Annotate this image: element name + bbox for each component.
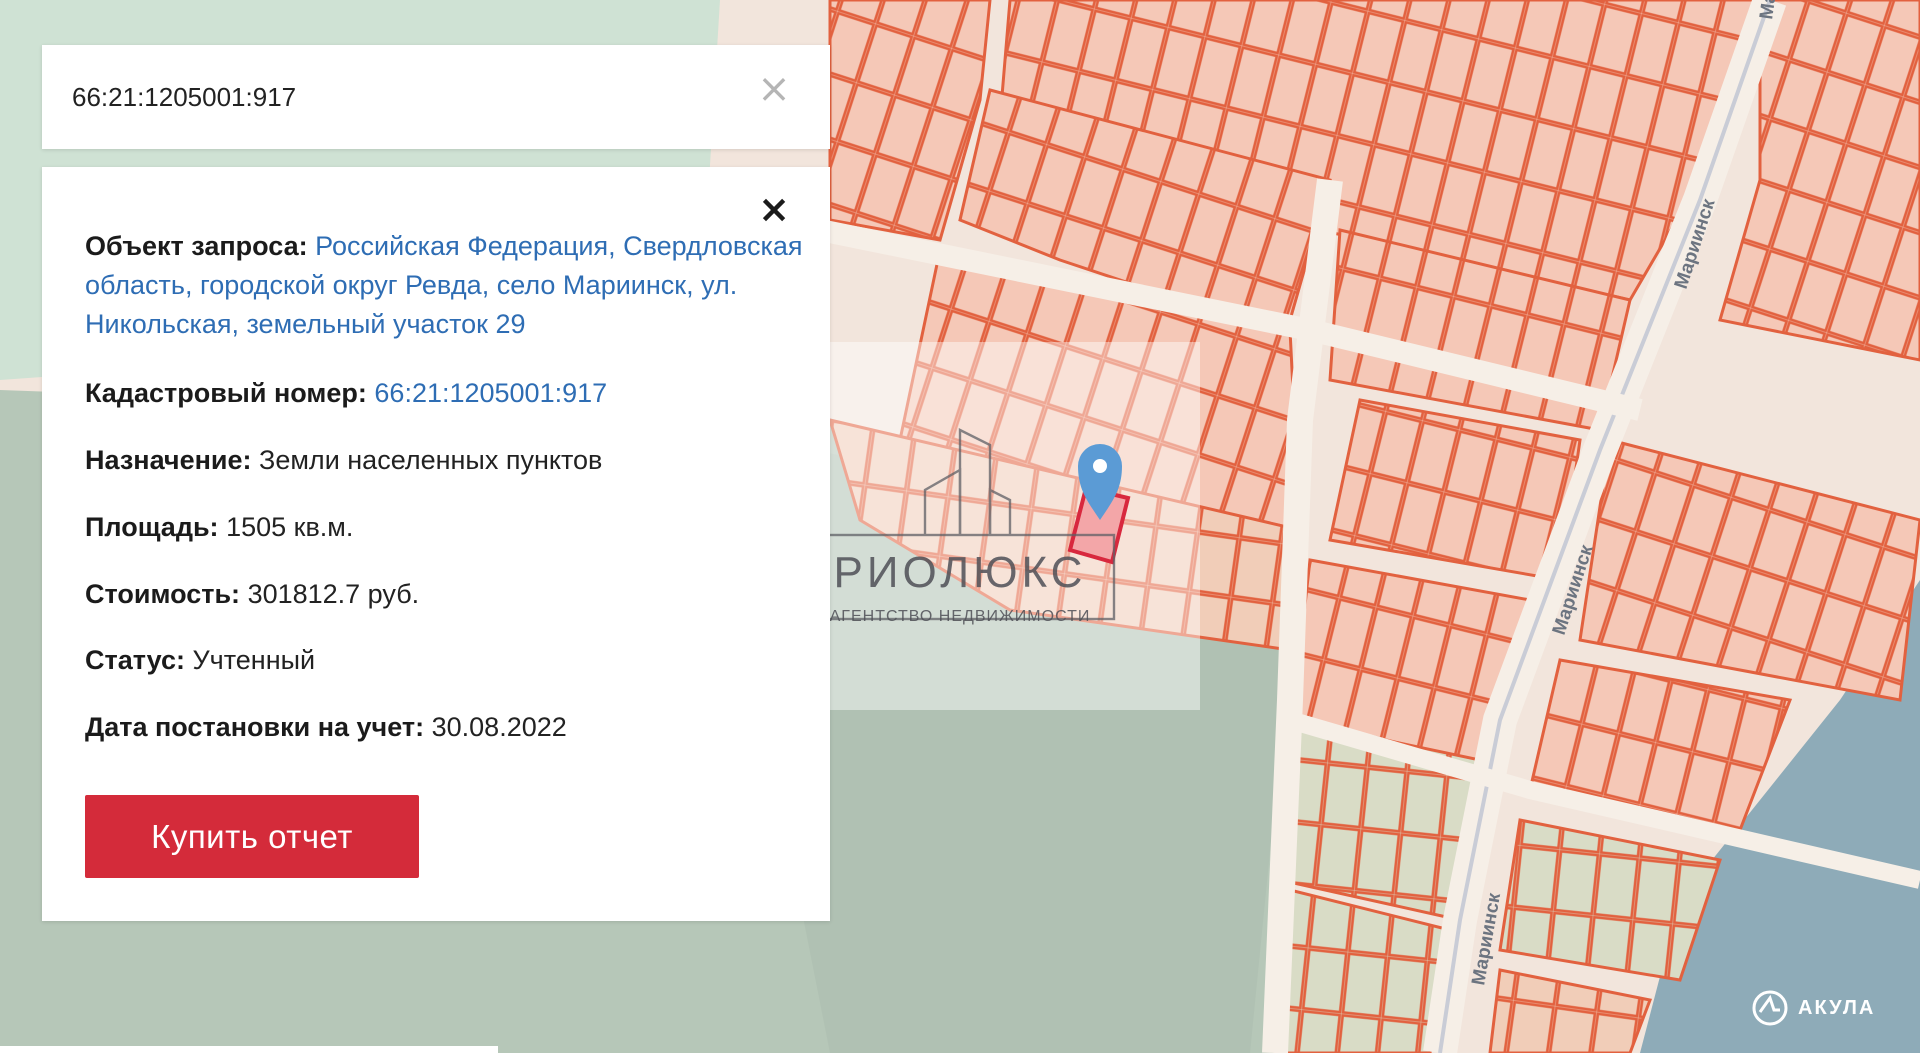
status-label: Статус:	[85, 645, 185, 675]
area-value: 1505 кв.м.	[226, 512, 354, 542]
close-icon[interactable]: ×	[754, 69, 794, 109]
purpose-row: Назначение: Земли населенных пунктов	[85, 441, 805, 480]
info-card: × Объект запроса: Российская Федерация, …	[42, 167, 830, 921]
brand-name: АКУЛА	[1798, 996, 1876, 1019]
shark-logo-icon	[1752, 990, 1788, 1026]
cadastral-link[interactable]: 66:21:1205001:917	[374, 378, 607, 408]
search-box: ×	[42, 45, 830, 149]
watermark-name: РИОЛЮКС	[834, 548, 1087, 597]
brand-mark: АКУЛА	[1752, 990, 1875, 1026]
bottom-strip	[0, 1046, 498, 1053]
date-label: Дата постановки на учет:	[85, 712, 425, 742]
area-label: Площадь:	[85, 512, 219, 542]
cadastral-row: Кадастровый номер: 66:21:1205001:917	[85, 374, 805, 413]
cost-row: Стоимость: 301812.7 руб.	[85, 575, 805, 614]
object-label: Объект запроса:	[85, 231, 308, 261]
area-row: Площадь: 1505 кв.м.	[85, 508, 805, 547]
status-row: Статус: Учтенный	[85, 641, 805, 680]
date-value: 30.08.2022	[431, 712, 567, 742]
object-row: Объект запроса: Российская Федерация, Св…	[85, 227, 805, 344]
cadastral-label: Кадастровый номер:	[85, 378, 367, 408]
date-row: Дата постановки на учет: 30.08.2022	[85, 708, 805, 747]
search-input[interactable]	[72, 75, 732, 119]
cost-label: Стоимость:	[85, 579, 241, 609]
watermark-tagline: АГЕНТСТВО НЕДВИЖИМОСТИ	[830, 608, 1091, 625]
purpose-label: Назначение:	[85, 445, 252, 475]
status-value: Учтенный	[192, 645, 316, 675]
close-icon[interactable]: ×	[754, 189, 794, 229]
cost-value: 301812.7 руб.	[247, 579, 420, 609]
purpose-value: Земли населенных пунктов	[259, 445, 603, 475]
buy-report-button[interactable]: Купить отчет	[85, 795, 419, 878]
